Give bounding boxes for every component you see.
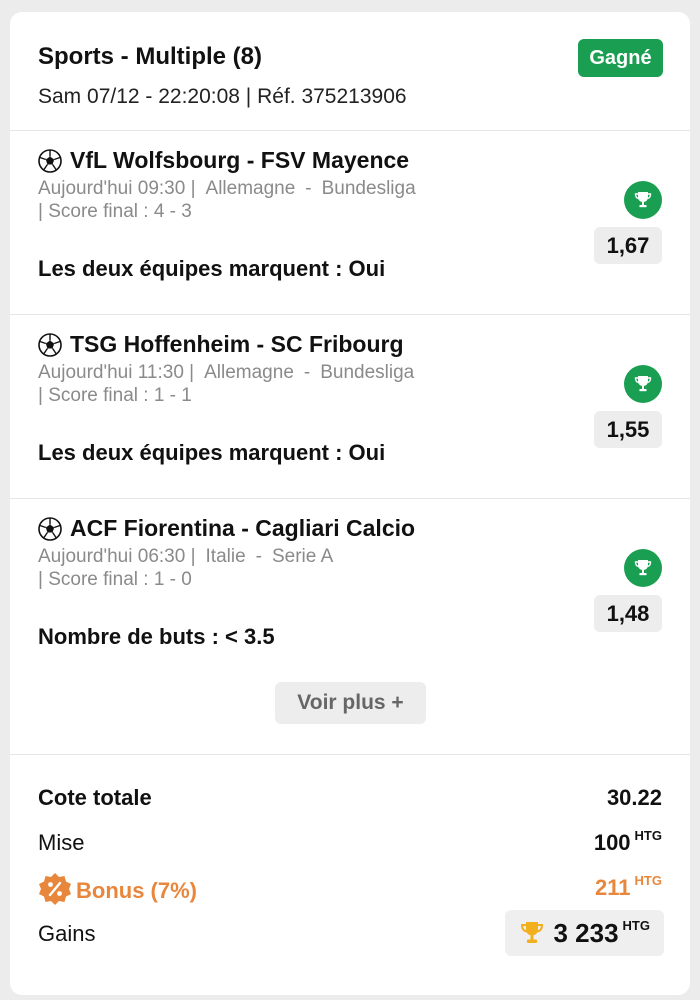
match-teams: VfL Wolfsbourg - FSV Mayence: [38, 147, 409, 174]
match-info: Aujourd'hui 06:30 | Italie - Serie A: [38, 545, 333, 569]
match-time: Aujourd'hui 09:30 |: [38, 178, 196, 199]
gains-label: Gains: [38, 921, 96, 946]
odds-value: 1,48: [594, 595, 662, 632]
match-time: Aujourd'hui 11:30 |: [38, 362, 195, 383]
match-sep: -: [305, 178, 312, 199]
match-country: Allemagne: [205, 178, 296, 199]
match-league: Serie A: [271, 546, 334, 567]
match-score: | Score final : 1 - 1: [38, 385, 192, 406]
currency-label: HTG: [634, 828, 662, 843]
match-item: VfL Wolfsbourg - FSV Mayence Aujourd'hui…: [10, 131, 690, 315]
odds-value: 1,67: [594, 227, 662, 264]
match-sep: -: [303, 362, 311, 383]
match-sep: -: [255, 546, 262, 567]
match-teams: TSG Hoffenheim - SC Fribourg: [38, 331, 404, 358]
match-market: Nombre de buts : < 3.5: [38, 624, 275, 649]
soccer-ball-icon: [38, 332, 62, 357]
stake-row: Mise 100 HTG: [38, 828, 662, 860]
soccer-ball-icon: [38, 148, 62, 173]
match-league: Bundesliga: [320, 362, 415, 383]
gains-row: Gains 3 233 HTG: [38, 910, 664, 956]
odds-value: 1,55: [594, 411, 662, 448]
percent-badge-icon: [39, 873, 71, 905]
bonus-amount: 211 HTG: [595, 873, 662, 901]
match-teams-label: TSG Hoffenheim - SC Fribourg: [70, 331, 404, 357]
match-item: ACF Fiorentina - Cagliari Calcio Aujourd…: [10, 499, 690, 755]
match-country: Italie: [205, 546, 246, 567]
bonus-row: Bonus (7%) 211 HTG: [38, 873, 662, 905]
match-country: Allemagne: [204, 362, 294, 383]
match-info: Aujourd'hui 09:30 | Allemagne - Bundesliga: [38, 177, 416, 201]
bet-card: Sports - Multiple (8) Sam 07/12 - 22:20:…: [10, 12, 690, 995]
trophy-icon: [624, 365, 662, 403]
trophy-icon: [624, 549, 662, 587]
trophy-icon: [624, 181, 662, 219]
gains-box: 3 233 HTG: [505, 910, 664, 956]
match-item: TSG Hoffenheim - SC Fribourg Aujourd'hui…: [10, 315, 690, 499]
see-more-button[interactable]: Voir plus +: [275, 682, 426, 724]
soccer-ball-icon: [38, 516, 62, 541]
match-league: Bundesliga: [321, 178, 416, 199]
match-teams-label: VfL Wolfsbourg - FSV Mayence: [70, 147, 410, 173]
currency-label: HTG: [622, 917, 650, 933]
gains-value: 3 233: [553, 917, 619, 948]
total-odds-value: 30.22: [606, 785, 662, 810]
match-teams-label: ACF Fiorentina - Cagliari Calcio: [70, 515, 416, 541]
trophy-icon: [521, 922, 544, 943]
stake-amount: 100 HTG: [593, 828, 662, 856]
bonus-label-wrap: Bonus (7%): [38, 873, 197, 909]
match-market: Les deux équipes marquent : Oui: [38, 440, 386, 465]
total-odds-label: Cote totale: [38, 785, 152, 810]
total-odds-row: Cote totale 30.22: [38, 785, 662, 815]
stake-label: Mise: [38, 830, 85, 855]
bet-title: Sports - Multiple (8): [38, 43, 262, 70]
totals-section: Cote totale 30.22 Mise 100 HTG Bonus (7%)…: [10, 755, 690, 995]
match-teams: ACF Fiorentina - Cagliari Calcio: [38, 515, 415, 542]
match-market: Les deux équipes marquent : Oui: [38, 256, 386, 281]
stake-value: 100: [593, 830, 631, 855]
bonus-value: 211: [595, 875, 631, 900]
bet-header: Sports - Multiple (8) Sam 07/12 - 22:20:…: [10, 12, 690, 131]
bonus-label: Bonus (7%): [76, 877, 197, 903]
status-badge: Gagné: [578, 39, 663, 77]
match-score: | Score final : 1 - 0: [38, 569, 192, 590]
currency-label: HTG: [634, 873, 662, 888]
match-info: Aujourd'hui 11:30 | Allemagne - Bundesliga: [38, 361, 414, 385]
bet-meta: Sam 07/12 - 22:20:08 | Réf. 375213906: [38, 85, 407, 108]
match-score: | Score final : 4 - 3: [38, 201, 192, 222]
match-time: Aujourd'hui 06:30 |: [38, 546, 196, 567]
